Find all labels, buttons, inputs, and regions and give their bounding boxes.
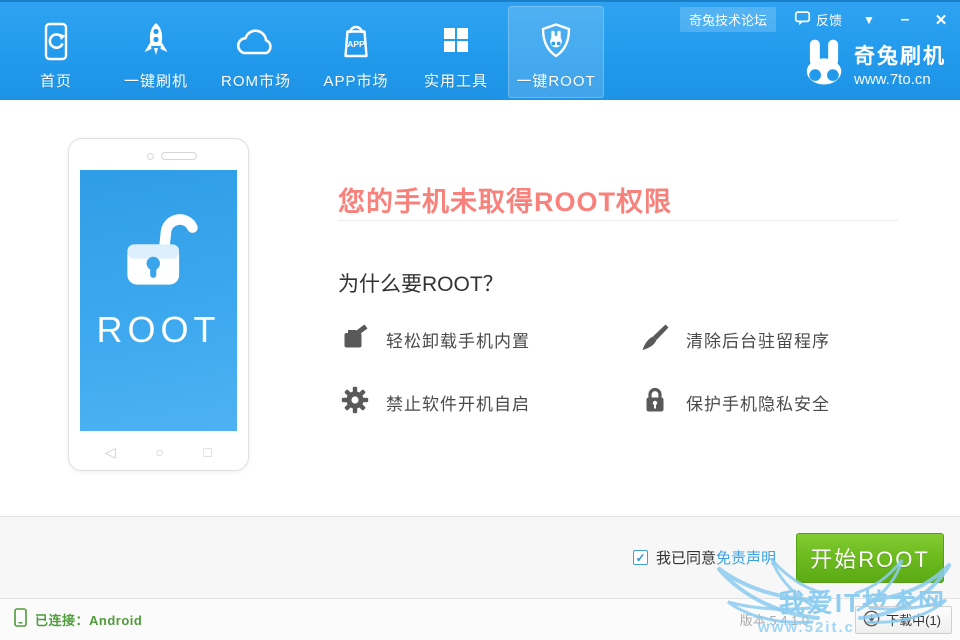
phone-nav-buttons: ◁ ○ □ <box>69 444 248 461</box>
feedback-label: 反馈 <box>816 10 842 29</box>
feature-label: 保护手机隐私安全 <box>686 390 830 415</box>
agree-row: ✓ 我已同意免责声明 <box>633 547 776 568</box>
open-padlock-icon <box>111 206 207 303</box>
header: 首页 一键刷机 <box>0 0 960 100</box>
brush-icon <box>640 322 670 357</box>
feature-label: 禁止软件开机自启 <box>386 390 530 415</box>
grid-tools-icon <box>434 18 478 66</box>
logo-url: www.7to.cn <box>854 71 946 88</box>
feature-clean: 清除后台驻留程序 <box>640 322 900 357</box>
nav-tab-tools[interactable]: 实用工具 <box>408 6 504 98</box>
titlebar-controls: 奇兔技术论坛 反馈 ▼ – ✕ <box>680 7 950 32</box>
phone-recent-icon: □ <box>204 444 212 461</box>
action-bar: ✓ 我已同意免责声明 开始ROOT <box>0 516 960 598</box>
nav-tab-label: APP市场 <box>323 70 388 91</box>
download-button[interactable]: 下载中(1) <box>855 606 952 634</box>
rabbit-logo-icon <box>803 38 845 90</box>
logo-title: 奇兔刷机 <box>854 40 946 70</box>
speech-bubble-icon <box>794 10 811 29</box>
screen-root-text: ROOT <box>97 309 221 351</box>
nav-tab-label: ROM市场 <box>221 70 291 91</box>
feature-label: 清除后台驻留程序 <box>686 327 830 352</box>
nav-tab-flash[interactable]: 一键刷机 <box>108 6 204 98</box>
why-root-heading: 为什么要ROOT？ <box>338 268 504 298</box>
title-divider <box>338 220 898 221</box>
nav-tab-label: 首页 <box>40 70 72 91</box>
phone-home-icon: ○ <box>155 444 163 461</box>
nav-tab-rom-market[interactable]: ROM市场 <box>208 6 304 98</box>
status-bar: 已连接：Android 版本:5.4.1.0 下载中(1) <box>0 598 960 640</box>
feature-list: 轻松卸载手机内置 清除后台驻留程序 <box>340 322 900 420</box>
main-content: ROOT ◁ ○ □ 您的手机未取得ROOT权限 为什么要ROOT？ <box>0 100 960 516</box>
download-icon <box>863 610 880 630</box>
nav-tab-app-market[interactable]: APP APP市场 <box>308 6 404 98</box>
page-title: 您的手机未取得ROOT权限 <box>338 180 672 219</box>
status-right: 版本:5.4.1.0 下载中(1) <box>740 606 952 634</box>
download-label: 下载中(1) <box>886 610 941 629</box>
connection-text: 已连接：Android <box>35 610 142 629</box>
feature-uninstall: 轻松卸载手机内置 <box>340 322 600 357</box>
checkmark-icon: ✓ <box>635 552 645 564</box>
connection-status: 已连接：Android <box>14 608 142 632</box>
app-logo: 奇兔刷机 www.7to.cn <box>803 38 946 90</box>
nav-tab-label: 实用工具 <box>424 70 488 91</box>
feedback-button[interactable]: 反馈 <box>794 10 842 29</box>
uninstall-icon <box>340 322 370 357</box>
shield-rabbit-icon <box>534 18 578 66</box>
gear-icon <box>340 385 370 420</box>
start-root-button[interactable]: 开始ROOT <box>796 533 944 583</box>
nav-tab-label: 一键刷机 <box>124 70 188 91</box>
app-window: 首页 一键刷机 <box>0 0 960 640</box>
svg-text:APP: APP <box>347 39 365 49</box>
feature-privacy: 保护手机隐私安全 <box>640 385 900 420</box>
version-text: 版本:5.4.1.0 <box>740 610 809 629</box>
minimize-button[interactable]: – <box>896 15 914 25</box>
app-bag-icon: APP <box>334 18 378 66</box>
connected-phone-icon <box>14 608 27 632</box>
close-button[interactable]: ✕ <box>932 11 950 29</box>
home-refresh-icon <box>34 18 78 66</box>
forum-button[interactable]: 奇兔技术论坛 <box>680 7 776 32</box>
nav-tab-home[interactable]: 首页 <box>8 6 104 98</box>
phone-illustration: ROOT ◁ ○ □ <box>68 138 249 471</box>
agree-checkbox[interactable]: ✓ <box>633 550 648 565</box>
lock-icon <box>640 385 670 420</box>
feature-autostart: 禁止软件开机自启 <box>340 385 600 420</box>
phone-speaker-slot <box>161 152 197 160</box>
nav-tab-label: 一键ROOT <box>516 70 595 91</box>
phone-back-icon: ◁ <box>105 444 116 461</box>
nav-tab-root[interactable]: 一键ROOT <box>508 6 604 98</box>
dropdown-caret-icon[interactable]: ▼ <box>860 13 878 27</box>
agree-label: 我已同意 <box>656 550 716 567</box>
phone-screen: ROOT <box>80 170 237 431</box>
main-nav: 首页 一键刷机 <box>8 6 604 98</box>
disclaimer-link[interactable]: 免责声明 <box>716 550 776 567</box>
phone-camera-dot <box>147 153 154 160</box>
rocket-icon <box>134 18 178 66</box>
cloud-icon <box>230 18 282 66</box>
feature-label: 轻松卸载手机内置 <box>386 327 530 352</box>
